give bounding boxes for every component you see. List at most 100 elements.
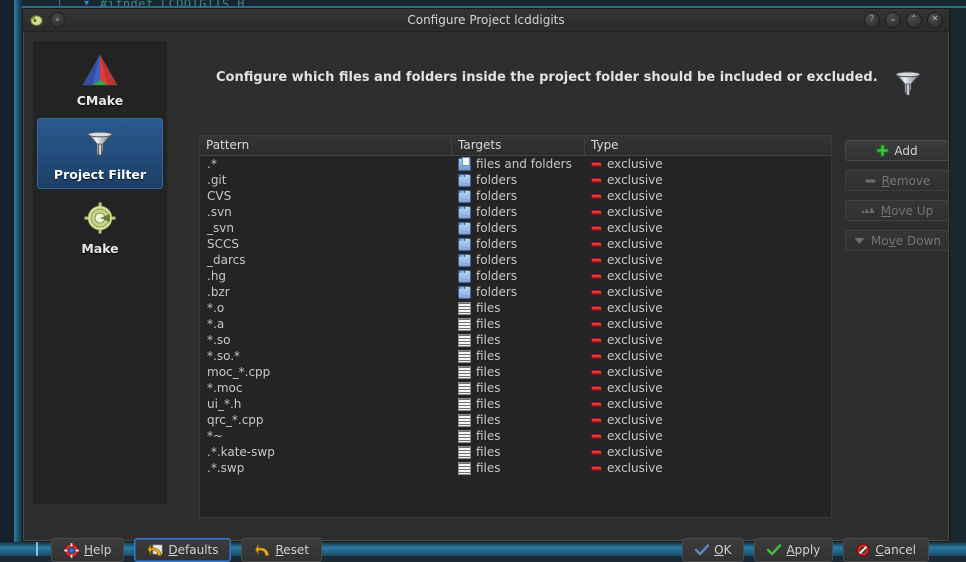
move-down-button[interactable]: Move Down [845, 230, 949, 251]
table-row[interactable]: .*files and foldersexclusive [200, 156, 831, 172]
table-row[interactable]: *.so.*filesexclusive [200, 348, 831, 364]
defaults-button[interactable]: Defaults [134, 538, 231, 562]
exclusive-icon [591, 274, 602, 279]
column-header-targets[interactable]: Targets [452, 136, 585, 155]
cell-pattern: _darcs [200, 252, 452, 268]
table-row[interactable]: .svnfoldersexclusive [200, 204, 831, 220]
check-blue-icon [695, 544, 709, 556]
sidebar-item-project-filter[interactable]: Project Filter [37, 118, 163, 189]
reset-button-label: Reset [275, 543, 309, 557]
folder-icon [458, 222, 471, 235]
cell-type: exclusive [585, 284, 831, 300]
table-row[interactable]: *.sofilesexclusive [200, 332, 831, 348]
files-and-folders-icon [458, 158, 471, 171]
table-row[interactable]: .hgfoldersexclusive [200, 268, 831, 284]
cell-targets: folders [452, 220, 585, 236]
cell-pattern: .* [200, 156, 452, 172]
check-green-icon [767, 544, 781, 556]
table-row[interactable]: .gitfoldersexclusive [200, 172, 831, 188]
table-row[interactable]: *~filesexclusive [200, 428, 831, 444]
defaults-button-label: Defaults [168, 543, 218, 557]
add-button[interactable]: Add [845, 140, 949, 161]
add-button-label: Add [894, 144, 917, 158]
sidebar-item-label: Make [37, 241, 163, 256]
cell-type: exclusive [585, 364, 831, 380]
exclusive-icon [591, 354, 602, 359]
table-row[interactable]: ui_*.hfilesexclusive [200, 396, 831, 412]
exclusive-icon [591, 194, 602, 199]
help-icon[interactable]: ? [864, 12, 880, 28]
exclusive-icon [591, 450, 602, 455]
cell-type-label: exclusive [607, 397, 663, 411]
cell-type: exclusive [585, 428, 831, 444]
ok-button[interactable]: OK [682, 538, 744, 562]
cell-type-label: exclusive [607, 301, 663, 315]
dialog-body: CMake Pr [23, 32, 949, 544]
cell-type-label: exclusive [607, 333, 663, 347]
configure-project-dialog: Configure Project lcddigits ? ⌄ ⌃ ✕ [22, 8, 950, 542]
file-icon [458, 382, 471, 395]
arrow-up-icon [861, 205, 876, 216]
remove-button[interactable]: Remove [845, 170, 949, 191]
list-action-buttons: Add Remove Move Up [845, 140, 949, 260]
table-row[interactable]: _darcsfoldersexclusive [200, 252, 831, 268]
cell-targets: folders [452, 236, 585, 252]
filter-table[interactable]: Pattern Targets Type .*files and folders… [199, 135, 832, 518]
column-header-pattern[interactable]: Pattern [200, 136, 452, 155]
minimize-icon[interactable]: ⌄ [885, 12, 901, 28]
apply-button[interactable]: Apply [754, 538, 833, 562]
cell-targets: files [452, 444, 585, 460]
editor-left-gutter [0, 0, 14, 556]
maximize-icon[interactable]: ⌃ [906, 12, 922, 28]
column-header-type[interactable]: Type [585, 136, 831, 155]
table-row[interactable]: moc_*.cppfilesexclusive [200, 364, 831, 380]
table-row[interactable]: .*.kate-swpfilesexclusive [200, 444, 831, 460]
cancel-button[interactable]: Cancel [843, 538, 929, 562]
folder-icon [458, 270, 471, 283]
cell-pattern: *.a [200, 316, 452, 332]
sidebar-item-make[interactable]: Make [37, 193, 163, 262]
app-icon[interactable] [29, 13, 44, 27]
table-row[interactable]: qrc_*.cppfilesexclusive [200, 412, 831, 428]
cell-type: exclusive [585, 220, 831, 236]
table-row[interactable]: CVSfoldersexclusive [200, 188, 831, 204]
table-body: .*files and foldersexclusive.gitfolderse… [200, 156, 831, 476]
file-icon [458, 366, 471, 379]
cell-targets: files [452, 412, 585, 428]
cell-pattern: SCCS [200, 236, 452, 252]
close-icon[interactable]: ✕ [927, 12, 943, 28]
table-row[interactable]: _svnfoldersexclusive [200, 220, 831, 236]
table-header: Pattern Targets Type [200, 136, 831, 156]
table-row[interactable]: *.afilesexclusive [200, 316, 831, 332]
cell-type-label: exclusive [607, 349, 663, 363]
table-row[interactable]: *.mocfilesexclusive [200, 380, 831, 396]
table-row[interactable]: .bzrfoldersexclusive [200, 284, 831, 300]
titlebar-menu-button[interactable] [50, 12, 66, 28]
cell-targets-label: folders [476, 269, 517, 283]
table-row[interactable]: *.ofilesexclusive [200, 300, 831, 316]
cell-type-label: exclusive [607, 221, 663, 235]
titlebar[interactable]: Configure Project lcddigits ? ⌄ ⌃ ✕ [23, 9, 949, 32]
cell-type-label: exclusive [607, 445, 663, 459]
folder-icon [458, 206, 471, 219]
minus-icon [864, 174, 877, 187]
exclusive-icon [591, 258, 602, 263]
cell-targets: files [452, 332, 585, 348]
cancel-icon [856, 543, 870, 557]
cell-pattern: *.so.* [200, 348, 452, 364]
reset-button[interactable]: Reset [241, 538, 322, 562]
folder-icon [458, 286, 471, 299]
exclusive-icon [591, 210, 602, 215]
cell-pattern: *.moc [200, 380, 452, 396]
table-row[interactable]: SCCSfoldersexclusive [200, 236, 831, 252]
move-up-button[interactable]: Move Up [845, 200, 949, 221]
help-button[interactable]: Help [51, 538, 124, 562]
cell-type: exclusive [585, 380, 831, 396]
cell-pattern: .*.swp [200, 460, 452, 476]
cell-pattern: *~ [200, 428, 452, 444]
table-row[interactable]: .*.swpfilesexclusive [200, 460, 831, 476]
sidebar-item-label: Project Filter [38, 167, 162, 182]
cell-type: exclusive [585, 332, 831, 348]
move-up-button-label: Move Up [881, 204, 933, 218]
sidebar-item-cmake[interactable]: CMake [37, 45, 163, 114]
